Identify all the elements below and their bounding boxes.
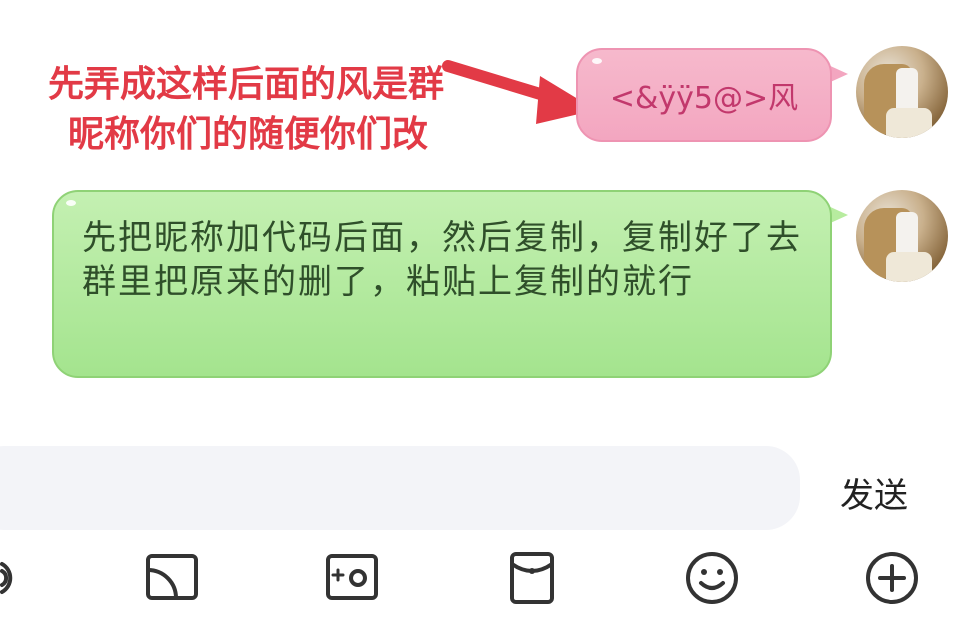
message-text: <&ÿÿ5@>风 [609, 81, 799, 116]
message-input[interactable] [0, 446, 800, 530]
red-packet-icon[interactable] [504, 550, 560, 606]
message-bubble-pink[interactable]: <&ÿÿ5@>风 [576, 48, 832, 142]
plus-icon[interactable] [864, 550, 920, 606]
message-text: 先把昵称加代码后面，然后复制，复制好了去群里把原来的删了，粘贴上复制的就行 [82, 218, 802, 302]
message-bubble-green[interactable]: 先把昵称加代码后面，然后复制，复制好了去群里把原来的删了，粘贴上复制的就行 [52, 190, 832, 378]
screen-cast-icon[interactable] [144, 550, 200, 606]
send-button[interactable]: 发送 [840, 468, 908, 517]
emoji-icon[interactable] [684, 550, 740, 606]
avatar[interactable] [856, 46, 948, 138]
photo-icon[interactable] [324, 550, 380, 606]
voice-icon[interactable] [0, 550, 38, 606]
avatar[interactable] [856, 190, 948, 282]
